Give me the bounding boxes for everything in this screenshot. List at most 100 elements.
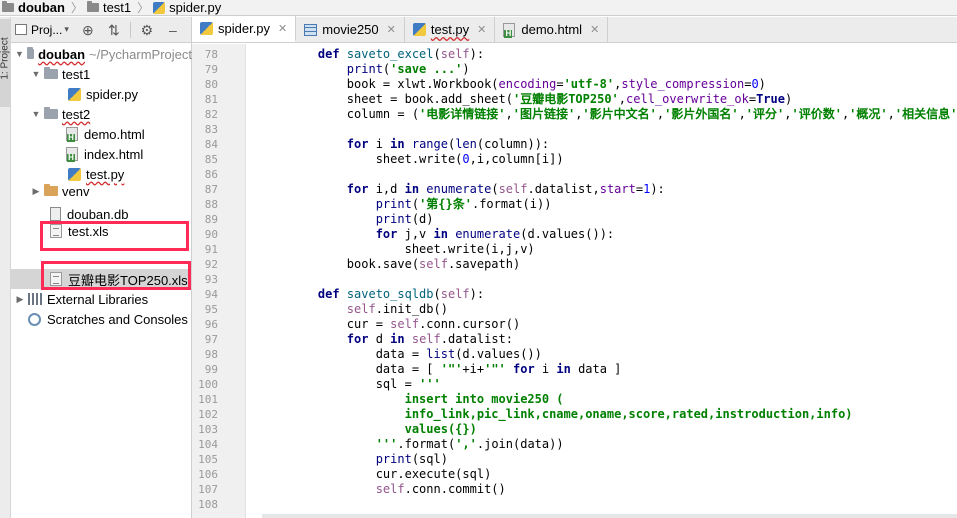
breadcrumb-item-test1[interactable]: test1	[85, 0, 135, 16]
code-line[interactable]: 98 data = list(d.values())	[192, 347, 957, 362]
code-line[interactable]: 83	[192, 122, 957, 137]
gear-icon[interactable]: ⚙	[139, 22, 155, 38]
code-token: in	[433, 227, 456, 241]
code-token: 'utf-8'	[563, 77, 615, 91]
code-line[interactable]: 106 cur.execute(sql)	[192, 467, 957, 482]
code-token: sheet = book.add_sheet(	[346, 92, 513, 106]
code-token: '''	[419, 377, 441, 391]
code-line[interactable]: 97 for d in self.datalist:	[192, 332, 957, 347]
tree-item-test1[interactable]: ▼ test1	[11, 64, 192, 84]
code-token: data =	[375, 347, 427, 361]
code-token: 0	[751, 77, 759, 91]
expanded-arrow-icon[interactable]: ▼	[31, 109, 41, 119]
code-line[interactable]: 93	[192, 272, 957, 287]
tree-item-test-py[interactable]: test.py	[11, 164, 192, 184]
code-line[interactable]: 101 insert into movie250 (	[192, 392, 957, 407]
code-line[interactable]: 79 print('save ...')	[192, 62, 957, 77]
code-text: data = list(d.values())	[289, 347, 542, 362]
code-token: xlwt.Workbook(	[397, 77, 499, 91]
dropdown-arrow-icon: ▾	[64, 24, 69, 34]
tree-item-douban[interactable]: ▼ douban ~/PycharmProject	[11, 44, 192, 64]
code-text: self.conn.commit()	[289, 482, 506, 497]
collapsed-arrow-icon[interactable]: ▶	[15, 294, 25, 305]
code-token: )	[462, 62, 470, 76]
line-number: 79	[204, 63, 218, 76]
tab-movie250[interactable]: movie250 ✕	[296, 17, 405, 42]
code-token: '影片外国名'	[664, 107, 739, 121]
line-number: 81	[204, 93, 218, 106]
tree-item-test2[interactable]: ▼ test2	[11, 104, 192, 124]
tree-item-index-html[interactable]: index.html	[11, 144, 192, 164]
project-tool-tab[interactable]: 1: Project	[0, 19, 11, 107]
code-line[interactable]: 103 values({})	[192, 422, 957, 437]
tab-test-py[interactable]: test.py ✕	[405, 17, 496, 42]
expanded-arrow-icon[interactable]: ▼	[31, 69, 41, 79]
close-icon[interactable]: ✕	[278, 22, 287, 35]
code-line[interactable]: 94 def saveto_sqldb(self):	[192, 287, 957, 302]
tree-item-demo-html[interactable]: demo.html	[11, 124, 192, 144]
project-view-selector[interactable]: Proj... ▾	[15, 23, 69, 37]
code-token: .savepath)	[447, 257, 521, 271]
code-line[interactable]: 102 info_link,pic_link,cname,oname,score…	[192, 407, 957, 422]
code-text: sql = '''	[289, 377, 441, 392]
code-line[interactable]: 100 sql = '''	[192, 377, 957, 392]
code-line[interactable]: 91 sheet.write(i,j,v)	[192, 242, 957, 257]
tree-item-spider-py[interactable]: spider.py	[11, 84, 192, 104]
tab-spider-py[interactable]: spider.py ✕	[192, 16, 297, 42]
breadcrumb-item-douban[interactable]: douban	[0, 0, 69, 16]
tab-demo-html[interactable]: demo.html ✕	[495, 17, 609, 42]
code-line[interactable]: 107 self.conn.commit()	[192, 482, 957, 497]
code-line[interactable]: 96 cur = self.conn.cursor()	[192, 317, 957, 332]
code-text: column = ('电影详情链接','图片链接','影片中文名','影片外国名…	[289, 107, 957, 122]
line-number: 91	[204, 243, 218, 256]
code-line[interactable]: 108	[192, 497, 957, 512]
collapsed-arrow-icon[interactable]: ▶	[31, 186, 41, 197]
code-line[interactable]: 78 def saveto_excel(self):	[192, 47, 957, 62]
collapse-all-icon[interactable]: ⇅	[106, 22, 122, 38]
code-token: for	[346, 332, 376, 346]
close-icon[interactable]: ✕	[477, 23, 486, 36]
line-number: 80	[204, 78, 218, 91]
code-line[interactable]: 87 for i,d in enumerate(self.datalist,st…	[192, 182, 957, 197]
line-number: 96	[204, 318, 218, 331]
code-token: enumerate	[455, 227, 521, 241]
code-line[interactable]: 85 sheet.write(0,i,column[i])	[192, 152, 957, 167]
code-line[interactable]: 88 print('第{}条'.format(i))	[192, 197, 957, 212]
code-area[interactable]: 78 def saveto_excel(self): 79 print('save…	[192, 44, 957, 518]
line-number: 105	[198, 453, 218, 466]
close-icon[interactable]: ✕	[590, 23, 599, 36]
code-token: self	[419, 257, 448, 271]
html-file-icon	[66, 147, 78, 162]
hide-panel-icon[interactable]: –	[165, 22, 181, 38]
tree-item-venv[interactable]: ▶ venv	[11, 184, 192, 198]
code-token: j,v	[404, 227, 434, 241]
tree-item-external-libraries[interactable]: ▶ External Libraries	[11, 289, 192, 309]
code-line[interactable]: 84 for i in range(len(column)):	[192, 137, 957, 152]
code-line[interactable]: 86	[192, 167, 957, 182]
breadcrumb-item-spider-py[interactable]: spider.py	[151, 0, 225, 16]
code-token: in	[556, 362, 579, 376]
line-number: 95	[204, 303, 218, 316]
code-line[interactable]: 80 book = xlwt.Workbook(encoding='utf-8'…	[192, 77, 957, 92]
code-text: sheet.write(0,i,column[i])	[289, 152, 564, 167]
code-line[interactable]: 92 book.save(self.savepath)	[192, 257, 957, 272]
folder-icon	[44, 184, 58, 196]
code-line[interactable]: 89 print(d)	[192, 212, 957, 227]
tree-item-scratches[interactable]: Scratches and Consoles	[11, 309, 192, 329]
close-icon[interactable]: ✕	[387, 23, 396, 36]
code-line[interactable]: 81 sheet = book.add_sheet('豆瓣电影TOP250',c…	[192, 92, 957, 107]
code-line[interactable]: 90 for j,v in enumerate(d.values()):	[192, 227, 957, 242]
code-line[interactable]: 105 print(sql)	[192, 452, 957, 467]
code-line[interactable]: 95 self.init_db()	[192, 302, 957, 317]
locate-icon[interactable]: ⊕	[80, 22, 96, 38]
code-line[interactable]: 99 data = [ '"'+i+'"' for i in data ]	[192, 362, 957, 377]
code-line[interactable]: 82 column = ('电影详情链接','图片链接','影片中文名','影片…	[192, 107, 957, 122]
code-line[interactable]: 104 '''.format(','.join(data))	[192, 437, 957, 452]
highlight-box-top250-xls	[41, 261, 191, 290]
expanded-arrow-icon[interactable]: ▼	[15, 49, 24, 59]
horizontal-scrollbar[interactable]	[262, 514, 957, 518]
code-text: info_link,pic_link,cname,oname,score,rat…	[289, 407, 853, 422]
